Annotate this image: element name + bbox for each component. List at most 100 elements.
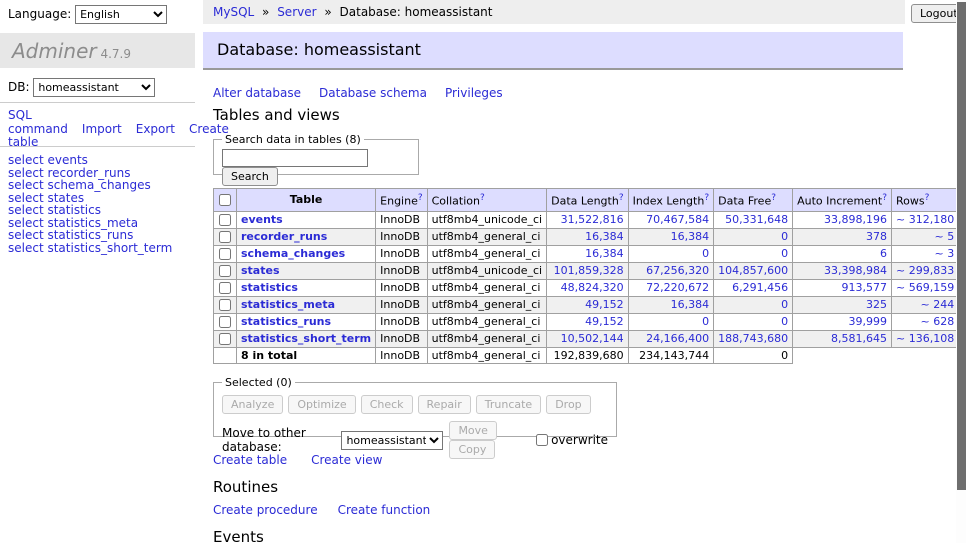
repair-button[interactable]: Repair <box>418 395 471 414</box>
link-database-schema[interactable]: Database schema <box>319 86 427 100</box>
engine-cell: InnoDB <box>376 296 427 313</box>
auto-increment-cell: 33,898,196 <box>793 211 892 228</box>
overwrite-checkbox[interactable] <box>536 434 548 446</box>
drop-button[interactable]: Drop <box>546 395 590 414</box>
breadcrumb-mysql[interactable]: MySQL <box>213 5 254 19</box>
breadcrumb-separator: » <box>321 5 336 19</box>
check-button[interactable]: Check <box>361 395 413 414</box>
help-link-collation[interactable]: ? <box>480 193 485 203</box>
link-export[interactable]: Export <box>136 122 175 136</box>
breadcrumb-database-homeassistant: Database: homeassistant <box>340 5 493 19</box>
link-select-statistics-runs[interactable]: select statistics_runs <box>8 229 172 242</box>
link-create-procedure[interactable]: Create procedure <box>213 503 318 517</box>
collation-cell: utf8mb4_unicode_ci <box>427 211 546 228</box>
column-header-label: Rows <box>896 195 925 208</box>
link-select-events[interactable]: select events <box>8 154 172 167</box>
table-row: statesInnoDButf8mb4_unicode_ci101,859,32… <box>214 262 966 279</box>
row-checkbox[interactable] <box>219 299 231 311</box>
rows-cell: ~ 244 <box>892 296 959 313</box>
row-checkbox[interactable] <box>219 316 231 328</box>
rows-link[interactable]: ~ 569,159 <box>896 281 954 294</box>
help-link-data-free[interactable]: ? <box>771 193 776 203</box>
auto-increment-cell: 39,999 <box>793 313 892 330</box>
row-checkbox[interactable] <box>219 333 231 345</box>
selected-buttons: Analyze Optimize Check Repair Truncate Drop <box>222 395 608 414</box>
column-header-engine: Engine? <box>376 189 427 212</box>
rows-link[interactable]: ~ 628 <box>920 315 954 328</box>
rows-link[interactable]: ~ 136,108 <box>896 332 954 345</box>
table-link-statistics-runs[interactable]: statistics_runs <box>241 315 331 328</box>
table-link-statistics-meta[interactable]: statistics_meta <box>241 298 335 311</box>
move-button[interactable]: Move <box>449 421 497 440</box>
scrollbar-thumb[interactable] <box>957 2 966 490</box>
link-import[interactable]: Import <box>82 122 122 136</box>
row-checkbox[interactable] <box>219 214 231 226</box>
help-link-index-length[interactable]: ? <box>704 193 709 203</box>
row-checkbox[interactable] <box>219 282 231 294</box>
scrollbar-track[interactable] <box>956 0 966 543</box>
table-link-recorder-runs[interactable]: recorder_runs <box>241 230 327 243</box>
rows-cell: ~ 5 <box>892 228 959 245</box>
search-input[interactable] <box>222 149 368 167</box>
row-checkbox[interactable] <box>219 265 231 277</box>
rows-link[interactable]: ~ 244 <box>920 298 954 311</box>
move-database-select[interactable]: homeassistant <box>341 431 443 450</box>
language-select[interactable]: English <box>75 5 167 24</box>
link-sql-command[interactable]: SQL command <box>8 108 68 136</box>
table-link-states[interactable]: states <box>241 264 280 277</box>
copy-button[interactable]: Copy <box>449 440 495 459</box>
table-body: eventsInnoDButf8mb4_unicode_ci31,522,816… <box>214 211 966 363</box>
breadcrumb-server[interactable]: Server <box>277 5 316 19</box>
link-create-table[interactable]: Create table <box>213 453 287 467</box>
table-row: recorder_runsInnoDButf8mb4_general_ci16,… <box>214 228 966 245</box>
data-length-cell: 49,152 <box>547 313 628 330</box>
table-link-statistics[interactable]: statistics <box>241 281 298 294</box>
brand-version: 4.7.9 <box>100 47 131 61</box>
link-select-statistics-short-term[interactable]: select statistics_short_term <box>8 242 172 255</box>
help-link-data-length[interactable]: ? <box>619 193 624 203</box>
link-select-schema-changes[interactable]: select schema_changes <box>8 179 172 192</box>
help-link-rows[interactable]: ? <box>925 193 930 203</box>
select-all-checkbox[interactable] <box>219 194 231 206</box>
table-link-events[interactable]: events <box>241 213 283 226</box>
row-checkbox-cell <box>214 330 237 347</box>
analyze-button[interactable]: Analyze <box>222 395 283 414</box>
brand-link[interactable]: Adminer <box>12 39 97 63</box>
search-button[interactable]: Search <box>222 167 278 186</box>
data-length-cell: 16,384 <box>547 245 628 262</box>
table-link-statistics-short-term[interactable]: statistics_short_term <box>241 332 371 345</box>
table-link-schema-changes[interactable]: schema_changes <box>241 247 345 260</box>
row-checkbox-cell <box>214 279 237 296</box>
rows-link[interactable]: ~ 312,180 <box>896 213 954 226</box>
overwrite-label: overwrite <box>551 433 608 447</box>
total-label: 8 in total <box>241 349 297 362</box>
rows-cell: ~ 569,159 <box>892 279 959 296</box>
help-link-auto-increment[interactable]: ? <box>882 193 887 203</box>
rows-link[interactable]: ~ 5 <box>934 230 954 243</box>
db-select[interactable]: homeassistant <box>33 78 155 97</box>
move-buttons: MoveCopy <box>449 421 529 459</box>
data-length-cell: 48,824,320 <box>547 279 628 296</box>
link-alter-database[interactable]: Alter database <box>213 86 301 100</box>
index-length-cell: 72,220,672 <box>628 279 714 296</box>
truncate-button[interactable]: Truncate <box>476 395 541 414</box>
total-index-length-cell: 234,143,744 <box>628 347 714 363</box>
link-select-statistics[interactable]: select statistics <box>8 204 172 217</box>
rows-link[interactable]: ~ 3 <box>934 247 954 260</box>
row-checkbox-cell <box>214 296 237 313</box>
row-checkbox[interactable] <box>219 231 231 243</box>
row-checkbox[interactable] <box>219 248 231 260</box>
link-privileges[interactable]: Privileges <box>445 86 503 100</box>
link-create-function[interactable]: Create function <box>338 503 431 517</box>
data-length-cell: 49,152 <box>547 296 628 313</box>
rows-link[interactable]: ~ 299,833 <box>896 264 954 277</box>
collation-cell: utf8mb4_general_ci <box>427 313 546 330</box>
optimize-button[interactable]: Optimize <box>288 395 355 414</box>
index-length-cell: 24,166,400 <box>628 330 714 347</box>
link-create-view[interactable]: Create view <box>311 453 382 467</box>
help-link-engine[interactable]: ? <box>418 193 423 203</box>
index-length-cell: 0 <box>628 245 714 262</box>
sidebar-table-links: select eventsselect recorder_runsselect … <box>8 154 172 254</box>
column-header-label: Table <box>290 193 323 206</box>
db-selector-row: DB: homeassistant <box>8 78 155 97</box>
